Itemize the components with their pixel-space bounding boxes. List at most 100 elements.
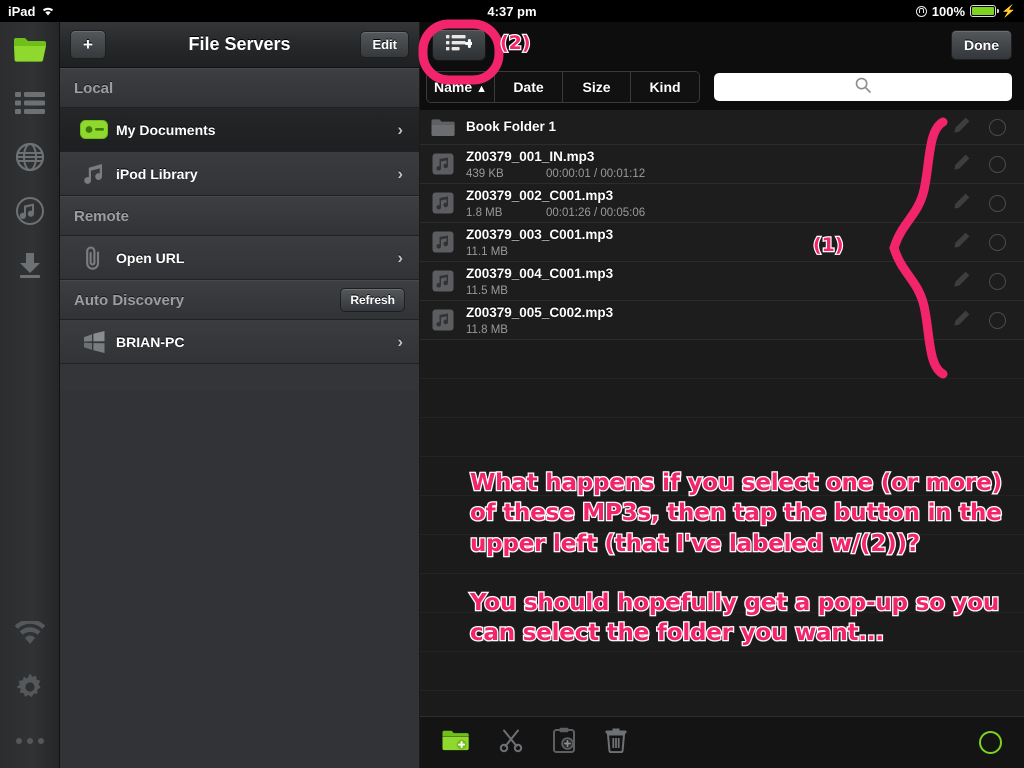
file-info: Z00379_001_IN.mp3 439 KB 00:00:01 / 00:0…: [466, 148, 953, 180]
select-all-icon[interactable]: [979, 731, 1002, 754]
list-icon: [14, 90, 46, 116]
windows-icon: [72, 330, 116, 353]
circle-unchecked-icon[interactable]: [989, 155, 1006, 173]
table-row[interactable]: Z00379_005_C002.mp3 11.8 MB: [420, 301, 1024, 340]
rail-item-network[interactable]: [0, 606, 60, 660]
globe-icon: [15, 142, 45, 172]
sidebar-empty-area: [60, 390, 419, 768]
app-icon-rail: [0, 22, 60, 768]
battery-icon: [970, 5, 1000, 17]
table-row[interactable]: Z00379_003_C001.mp3 11.1 MB: [420, 223, 1024, 262]
refresh-button[interactable]: Refresh: [340, 288, 405, 312]
table-row[interactable]: Z00379_001_IN.mp3 439 KB 00:00:01 / 00:0…: [420, 145, 1024, 184]
pencil-icon[interactable]: [953, 192, 971, 215]
row-actions: [953, 309, 1024, 332]
rail-item-more[interactable]: [0, 714, 60, 768]
file-meta: 11.1 MB: [466, 246, 953, 258]
table-row[interactable]: Z00379_002_C001.mp3 1.8 MB 00:01:26 / 00…: [420, 184, 1024, 223]
music-icon: [15, 196, 45, 226]
sidebar-item-ipod-library[interactable]: iPod Library ›: [60, 152, 419, 196]
row-actions: [953, 231, 1024, 254]
sort-segmented-control: Name ▲ Date Size Kind: [426, 71, 700, 103]
circle-unchecked-icon[interactable]: [989, 233, 1006, 251]
add-to-playlist-button[interactable]: [432, 29, 486, 61]
sort-ascending-icon: ▲: [476, 83, 487, 95]
file-name: Z00379_001_IN.mp3: [466, 149, 595, 164]
folder-icon: [13, 35, 47, 63]
more-icon: [15, 737, 45, 745]
rail-item-browser[interactable]: [0, 130, 60, 184]
file-info: Z00379_003_C001.mp3 11.1 MB: [466, 226, 953, 258]
rail-item-downloads[interactable]: [0, 238, 60, 292]
file-info: Z00379_005_C002.mp3 11.8 MB: [466, 304, 953, 336]
download-icon: [15, 251, 45, 279]
rail-item-settings[interactable]: [0, 660, 60, 714]
file-name: Book Folder 1: [466, 119, 557, 134]
rail-item-files[interactable]: [0, 22, 60, 76]
file-panel-nav-bar: Done: [420, 22, 1024, 68]
row-actions: [953, 270, 1024, 293]
sort-option-date[interactable]: Date: [495, 72, 563, 102]
sidebar-item-open-url[interactable]: Open URL ›: [60, 236, 419, 280]
circle-unchecked-icon[interactable]: [989, 272, 1006, 290]
table-row[interactable]: Book Folder 1: [420, 110, 1024, 145]
sidebar-item-label: BRIAN-PC: [116, 333, 185, 350]
circle-unchecked-icon[interactable]: [989, 194, 1006, 212]
list-add-icon: [446, 34, 474, 57]
pencil-icon[interactable]: [953, 270, 971, 293]
chevron-right-icon: ›: [397, 247, 403, 267]
add-server-button[interactable]: +: [70, 30, 106, 59]
link-icon: [72, 245, 116, 271]
clock: 4:37 pm: [487, 3, 537, 19]
pencil-icon[interactable]: [953, 309, 971, 332]
sidebar-item-label: My Documents: [116, 121, 216, 138]
row-actions: [953, 153, 1024, 176]
pencil-icon[interactable]: [953, 231, 971, 254]
row-actions: [953, 116, 1024, 139]
new-folder-icon[interactable]: [442, 729, 470, 757]
file-meta: 439 KB 00:00:01 / 00:01:12: [466, 168, 953, 180]
section-label: Local: [74, 79, 114, 97]
sidebar-item-my-documents[interactable]: My Documents ›: [60, 108, 419, 152]
chevron-right-icon: ›: [397, 163, 403, 183]
music-file-icon: [420, 192, 466, 214]
sort-bar: Name ▲ Date Size Kind: [420, 68, 1024, 110]
pencil-icon[interactable]: [953, 116, 971, 139]
section-header-auto-discovery: Auto Discovery Refresh: [60, 280, 419, 320]
file-time: 00:00:01 / 00:01:12: [546, 168, 646, 180]
rail-item-playlist[interactable]: [0, 76, 60, 130]
file-size: 11.8 MB: [466, 324, 508, 336]
cut-icon[interactable]: [498, 727, 524, 758]
sort-option-kind[interactable]: Kind: [631, 72, 699, 102]
file-servers-sidebar: + File Servers Edit Local My Documents ›: [60, 22, 420, 768]
empty-list-rows: [420, 340, 1024, 691]
file-name: Z00379_003_C001.mp3: [466, 227, 614, 242]
sidebar-item-brian-pc[interactable]: BRIAN-PC ›: [60, 320, 419, 364]
status-bar-right: 100% ⚡: [915, 4, 1016, 19]
file-size: 439 KB: [466, 168, 504, 180]
done-button[interactable]: Done: [951, 30, 1012, 60]
chevron-right-icon: ›: [397, 119, 403, 139]
status-bar: iPad 4:37 pm 100% ⚡: [0, 0, 1024, 22]
table-row[interactable]: Z00379_004_C001.mp3 11.5 MB: [420, 262, 1024, 301]
music-file-icon: [420, 309, 466, 331]
edit-button[interactable]: Edit: [360, 31, 409, 58]
circle-unchecked-icon[interactable]: [989, 311, 1006, 329]
pencil-icon[interactable]: [953, 153, 971, 176]
rail-item-music[interactable]: [0, 184, 60, 238]
file-info: Z00379_002_C001.mp3 1.8 MB 00:01:26 / 00…: [466, 187, 953, 219]
music-file-icon: [420, 153, 466, 175]
search-input[interactable]: [714, 73, 1012, 101]
paste-icon[interactable]: [552, 727, 576, 758]
folder-icon: [420, 118, 466, 137]
circle-unchecked-icon[interactable]: [989, 118, 1006, 136]
section-label: Remote: [74, 207, 130, 225]
file-info: Z00379_004_C001.mp3 11.5 MB: [466, 265, 953, 297]
sort-option-name[interactable]: Name ▲: [427, 72, 495, 102]
file-size: 1.8 MB: [466, 207, 503, 219]
rotation-lock-icon: [915, 5, 927, 17]
sidebar-item-label: iPod Library: [116, 165, 198, 182]
sort-option-size[interactable]: Size: [563, 72, 631, 102]
trash-icon[interactable]: [604, 727, 628, 758]
file-name: Z00379_004_C001.mp3: [466, 266, 614, 281]
